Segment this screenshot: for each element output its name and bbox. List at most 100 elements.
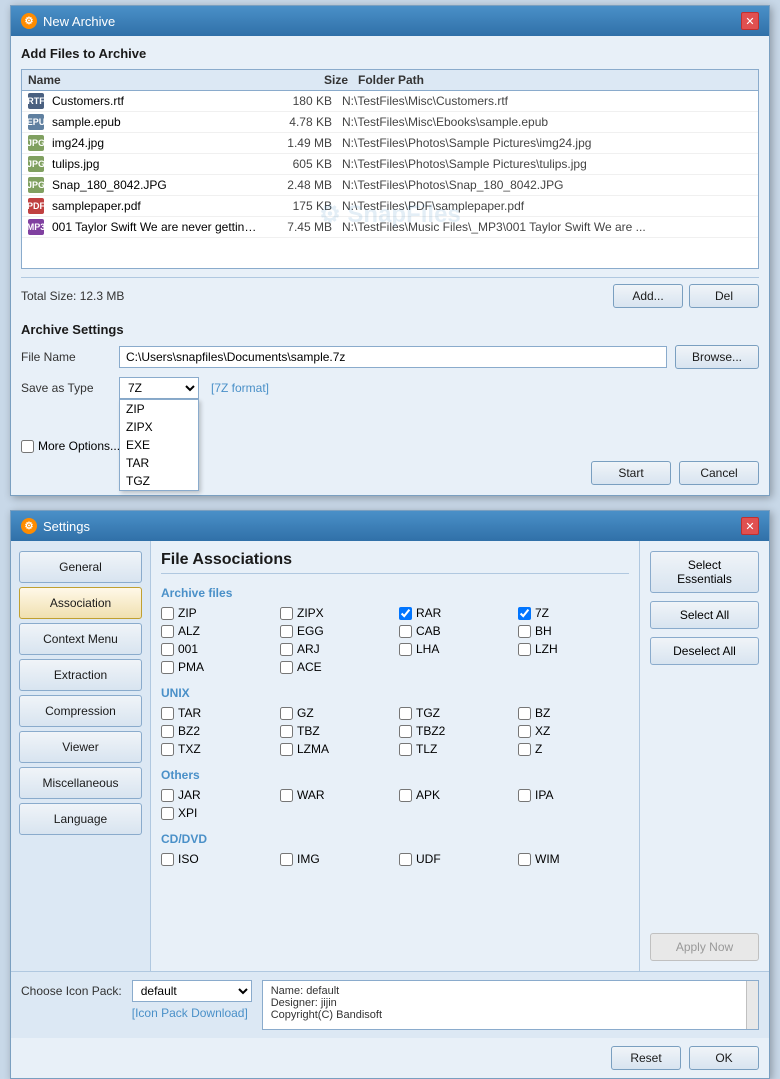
more-options-checkbox[interactable]: More Options...	[21, 439, 120, 453]
apply-now-button[interactable]: Apply Now	[650, 933, 759, 961]
checkbox-ipa[interactable]	[518, 789, 531, 802]
checkbox-lzh[interactable]	[518, 643, 531, 656]
format-checkbox-lzma[interactable]: LZMA	[280, 742, 391, 756]
dropdown-tar[interactable]: TAR	[120, 454, 198, 472]
sidebar-item-viewer[interactable]: Viewer	[19, 731, 142, 763]
checkbox-7z[interactable]	[518, 607, 531, 620]
sidebar-item-association[interactable]: Association	[19, 587, 142, 619]
format-checkbox-zipx[interactable]: ZIPX	[280, 606, 391, 620]
checkbox-zip[interactable]	[161, 607, 174, 620]
format-checkbox-bz[interactable]: BZ	[518, 706, 629, 720]
format-checkbox-ipa[interactable]: IPA	[518, 788, 629, 802]
checkbox-txz[interactable]	[161, 743, 174, 756]
format-checkbox-udf[interactable]: UDF	[399, 852, 510, 866]
dropdown-zipx[interactable]: ZIPX	[120, 418, 198, 436]
checkbox-xz[interactable]	[518, 725, 531, 738]
dropdown-exe[interactable]: EXE	[120, 436, 198, 454]
format-checkbox-7z[interactable]: 7Z	[518, 606, 629, 620]
checkbox-bz2[interactable]	[161, 725, 174, 738]
checkbox-bh[interactable]	[518, 625, 531, 638]
sidebar-item-general[interactable]: General	[19, 551, 142, 583]
checkbox-lha[interactable]	[399, 643, 412, 656]
checkbox-zipx[interactable]	[280, 607, 293, 620]
checkbox-egg[interactable]	[280, 625, 293, 638]
format-checkbox-tar[interactable]: TAR	[161, 706, 272, 720]
table-row[interactable]: RTF Customers.rtf 180 KB N:\TestFiles\Mi…	[22, 91, 758, 112]
format-checkbox-wim[interactable]: WIM	[518, 852, 629, 866]
format-checkbox-txz[interactable]: TXZ	[161, 742, 272, 756]
checkbox-ace[interactable]	[280, 661, 293, 674]
browse-button[interactable]: Browse...	[675, 345, 759, 369]
checkbox-tar[interactable]	[161, 707, 174, 720]
table-row[interactable]: EPU sample.epub 4.78 KB N:\TestFiles\Mis…	[22, 112, 758, 133]
format-checkbox-alz[interactable]: ALZ	[161, 624, 272, 638]
checkbox-alz[interactable]	[161, 625, 174, 638]
sidebar-item-compression[interactable]: Compression	[19, 695, 142, 727]
format-checkbox-lzh[interactable]: LZH	[518, 642, 629, 656]
reset-button[interactable]: Reset	[611, 1046, 681, 1070]
table-row[interactable]: JPG tulips.jpg 605 KB N:\TestFiles\Photo…	[22, 154, 758, 175]
checkbox-arj[interactable]	[280, 643, 293, 656]
format-checkbox-jar[interactable]: JAR	[161, 788, 272, 802]
sidebar-item-language[interactable]: Language	[19, 803, 142, 835]
checkbox-tlz[interactable]	[399, 743, 412, 756]
format-checkbox-cab[interactable]: CAB	[399, 624, 510, 638]
checkbox-pma[interactable]	[161, 661, 174, 674]
icon-pack-select[interactable]: default	[132, 980, 252, 1002]
sidebar-item-miscellaneous[interactable]: Miscellaneous	[19, 767, 142, 799]
start-button[interactable]: Start	[591, 461, 671, 485]
format-checkbox-bz2[interactable]: BZ2	[161, 724, 272, 738]
sidebar-item-context-menu[interactable]: Context Menu	[19, 623, 142, 655]
select-essentials-button[interactable]: Select Essentials	[650, 551, 759, 593]
format-checkbox-zip[interactable]: ZIP	[161, 606, 272, 620]
format-checkbox-xz[interactable]: XZ	[518, 724, 629, 738]
save-type-select[interactable]: 7Z ZIP ZIPX EXE TAR TGZ	[119, 377, 199, 399]
checkbox-tgz[interactable]	[399, 707, 412, 720]
format-checkbox-001[interactable]: 001	[161, 642, 272, 656]
checkbox-tbz2[interactable]	[399, 725, 412, 738]
checkbox-img[interactable]	[280, 853, 293, 866]
cancel-button[interactable]: Cancel	[679, 461, 759, 485]
del-button[interactable]: Del	[689, 284, 759, 308]
format-checkbox-arj[interactable]: ARJ	[280, 642, 391, 656]
settings-close-button[interactable]: ✕	[741, 517, 759, 535]
icon-pack-link[interactable]: [Icon Pack Download]	[132, 1006, 252, 1020]
format-checkbox-egg[interactable]: EGG	[280, 624, 391, 638]
format-checkbox-tlz[interactable]: TLZ	[399, 742, 510, 756]
checkbox-lzma[interactable]	[280, 743, 293, 756]
sidebar-item-extraction[interactable]: Extraction	[19, 659, 142, 691]
format-checkbox-tbz2[interactable]: TBZ2	[399, 724, 510, 738]
add-button[interactable]: Add...	[613, 284, 683, 308]
table-row[interactable]: JPG img24.jpg 1.49 MB N:\TestFiles\Photo…	[22, 133, 758, 154]
file-name-input[interactable]	[119, 346, 667, 368]
checkbox-war[interactable]	[280, 789, 293, 802]
format-checkbox-pma[interactable]: PMA	[161, 660, 272, 674]
format-checkbox-iso[interactable]: ISO	[161, 852, 272, 866]
checkbox-apk[interactable]	[399, 789, 412, 802]
format-checkbox-war[interactable]: WAR	[280, 788, 391, 802]
format-checkbox-rar[interactable]: RAR	[399, 606, 510, 620]
checkbox-gz[interactable]	[280, 707, 293, 720]
format-checkbox-z[interactable]: Z	[518, 742, 629, 756]
format-checkbox-gz[interactable]: GZ	[280, 706, 391, 720]
checkbox-tbz[interactable]	[280, 725, 293, 738]
dropdown-tgz[interactable]: TGZ	[120, 472, 198, 490]
checkbox-cab[interactable]	[399, 625, 412, 638]
select-all-button[interactable]: Select All	[650, 601, 759, 629]
deselect-all-button[interactable]: Deselect All	[650, 637, 759, 665]
format-checkbox-xpi[interactable]: XPI	[161, 806, 272, 820]
more-options-check[interactable]	[21, 440, 34, 453]
table-row[interactable]: JPG Snap_180_8042.JPG 2.48 MB N:\TestFil…	[22, 175, 758, 196]
checkbox-z[interactable]	[518, 743, 531, 756]
checkbox-wim[interactable]	[518, 853, 531, 866]
format-checkbox-ace[interactable]: ACE	[280, 660, 391, 674]
format-checkbox-apk[interactable]: APK	[399, 788, 510, 802]
checkbox-jar[interactable]	[161, 789, 174, 802]
checkbox-iso[interactable]	[161, 853, 174, 866]
format-checkbox-tgz[interactable]: TGZ	[399, 706, 510, 720]
format-checkbox-bh[interactable]: BH	[518, 624, 629, 638]
checkbox-udf[interactable]	[399, 853, 412, 866]
format-checkbox-img[interactable]: IMG	[280, 852, 391, 866]
format-checkbox-tbz[interactable]: TBZ	[280, 724, 391, 738]
format-checkbox-lha[interactable]: LHA	[399, 642, 510, 656]
